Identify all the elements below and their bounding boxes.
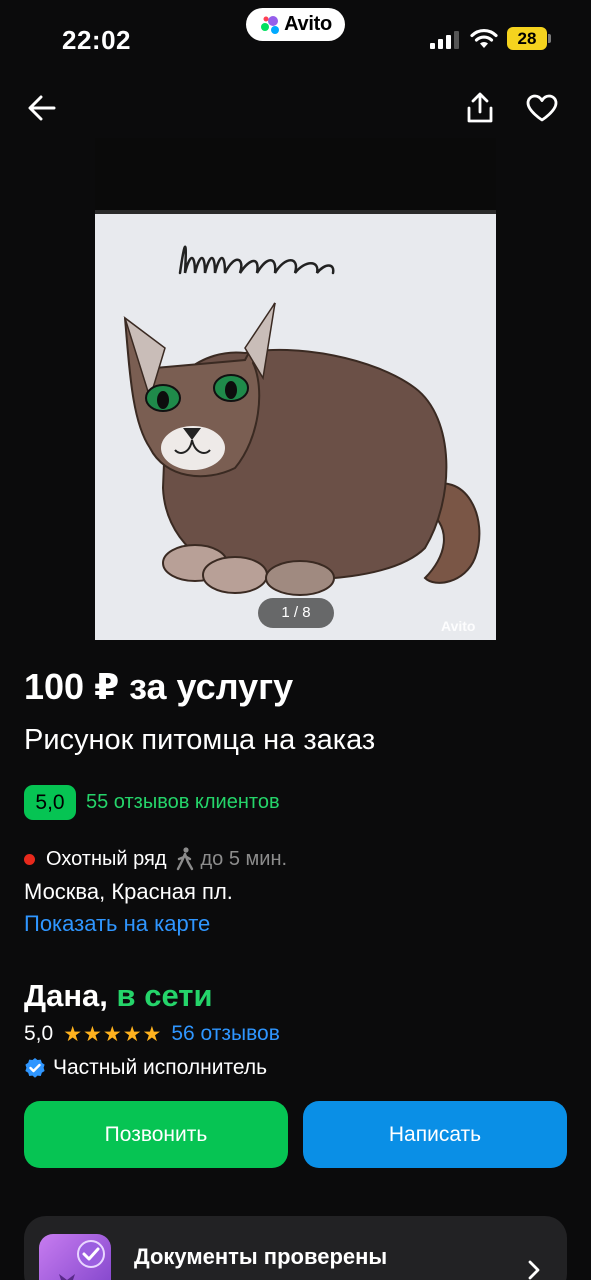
star-icon: ★ bbox=[83, 1022, 102, 1046]
documents-verified-icon bbox=[39, 1234, 111, 1280]
battery-level: 28 bbox=[517, 29, 537, 48]
address: Москва, Красная пл. bbox=[24, 879, 233, 904]
seller-name-row[interactable]: Дана, в сети bbox=[24, 978, 213, 1014]
call-button[interactable]: Позвонить bbox=[24, 1101, 288, 1168]
share-button[interactable] bbox=[458, 86, 502, 130]
status-time: 22:02 bbox=[62, 25, 131, 55]
seller-online-status: в сети bbox=[116, 978, 213, 1013]
avito-logo-icon bbox=[261, 15, 280, 34]
seller-type: Частный исполнитель bbox=[53, 1055, 268, 1079]
metro-row: Охотный ряд до 5 мин. bbox=[24, 846, 287, 872]
verified-check-icon bbox=[25, 1057, 45, 1078]
show-on-map-link[interactable]: Показать на карте bbox=[24, 911, 210, 937]
avito-app-badge-label: Avito bbox=[284, 13, 332, 35]
write-message-button[interactable]: Написать bbox=[303, 1101, 567, 1168]
share-icon bbox=[467, 92, 493, 123]
star-icon: ★ bbox=[63, 1022, 83, 1046]
favorite-button[interactable] bbox=[520, 86, 564, 130]
avito-app-badge: Avito bbox=[246, 8, 345, 41]
back-arrow-icon bbox=[28, 95, 56, 121]
photo-gallery[interactable]: 1 / 8 Avito bbox=[0, 138, 591, 640]
gallery-page-counter: 1 / 8 bbox=[258, 598, 334, 628]
chevron-right-icon bbox=[528, 1260, 540, 1280]
cellular-signal-icon bbox=[430, 31, 459, 49]
seller-reviews-link[interactable]: 56 отзывов bbox=[171, 1022, 280, 1046]
seller-score: 5,0 bbox=[24, 1022, 54, 1045]
battery-indicator: 28 bbox=[507, 27, 551, 50]
walk-time: до 5 мин. bbox=[200, 847, 288, 870]
status-bar: 22:02 Avito 28 bbox=[0, 0, 591, 80]
back-button[interactable] bbox=[20, 86, 64, 130]
listing-photo[interactable] bbox=[95, 138, 496, 640]
metro-line-icon bbox=[24, 853, 35, 865]
walking-person-icon bbox=[176, 847, 193, 871]
listing-title: Рисунок питомца на заказ bbox=[24, 724, 376, 756]
cat-drawing-image bbox=[95, 138, 496, 640]
listing-price: 100 ₽ за услугу bbox=[24, 666, 294, 707]
star-icon: ★ bbox=[122, 1022, 142, 1046]
star-icon: ★ bbox=[102, 1022, 122, 1046]
seller-stars: ★ ★ ★ ★ ★ bbox=[63, 1024, 161, 1045]
seller-name: Дана, bbox=[24, 978, 108, 1013]
metro-station: Охотный ряд bbox=[46, 847, 167, 870]
rating-badge: 5,0 bbox=[24, 785, 76, 820]
wifi-icon bbox=[470, 28, 498, 48]
heart-icon bbox=[526, 94, 558, 122]
star-icon: ★ bbox=[142, 1022, 162, 1046]
avito-watermark: Avito bbox=[441, 618, 476, 634]
seller-type-row: Частный исполнитель bbox=[24, 1054, 267, 1081]
seller-rating-row: 5,0 ★ ★ ★ ★ ★ 56 отзывов bbox=[24, 1021, 280, 1047]
documents-verified-card[interactable]: Документы проверены bbox=[24, 1216, 567, 1280]
top-nav bbox=[0, 80, 591, 138]
battery-tip bbox=[548, 34, 551, 43]
customer-reviews-link[interactable]: 55 отзывов клиентов bbox=[86, 791, 280, 814]
listing-rating-row: 5,0 55 отзывов клиентов bbox=[24, 785, 280, 820]
documents-verified-title: Документы проверены bbox=[134, 1244, 388, 1269]
